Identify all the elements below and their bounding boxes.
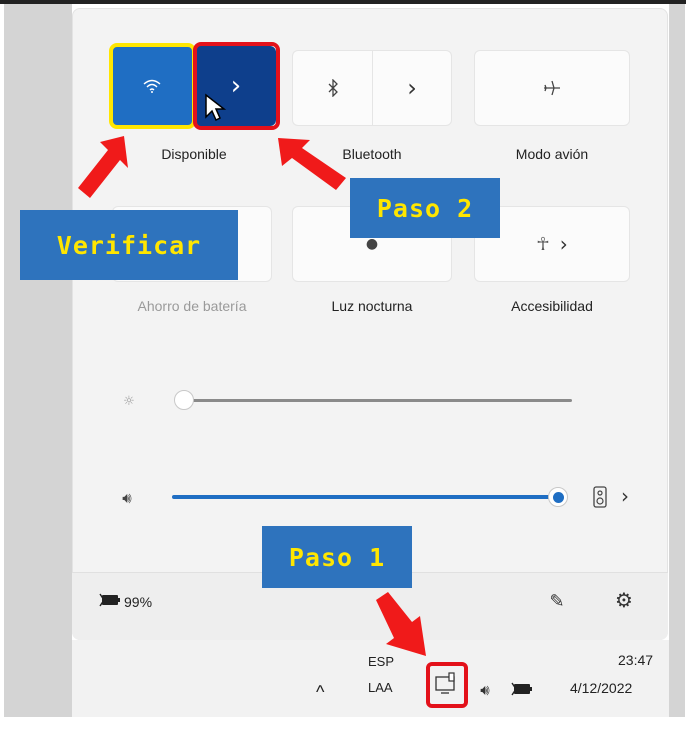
- tile-label-night-light: Luz nocturna: [331, 298, 413, 314]
- bluetooth-icon: [328, 79, 338, 97]
- step2-arrow-icon: [278, 138, 346, 190]
- battery-percentage: 99%: [124, 594, 153, 610]
- speaker-device-icon: [593, 486, 607, 508]
- bluetooth-expand-button[interactable]: ›: [372, 50, 452, 126]
- taskbar-date[interactable]: 4/12/2022: [570, 680, 632, 696]
- verify-arrow-icon: [78, 136, 128, 198]
- tile-label-battery-saver: Ahorro de batería: [137, 298, 247, 314]
- chevron-right-icon: ›: [559, 232, 568, 256]
- right-gray-margin: [669, 4, 685, 717]
- verify-highlight: [109, 43, 196, 129]
- chevron-right-icon: ›: [407, 74, 417, 102]
- step1-arrow-icon: [376, 592, 426, 656]
- volume-slider-thumb[interactable]: [548, 487, 568, 507]
- brightness-slider-track[interactable]: [176, 399, 572, 402]
- volume-output-chevron[interactable]: ›: [618, 484, 632, 508]
- battery-tray-icon[interactable]: [510, 680, 534, 698]
- top-border: [0, 0, 686, 4]
- taskbar-time[interactable]: 23:47: [618, 652, 653, 668]
- night-light-icon: ●: [365, 236, 379, 252]
- volume-tray-icon[interactable]: 🔊︎: [472, 680, 498, 700]
- left-gray-margin: [4, 4, 72, 717]
- show-hidden-icons-chevron[interactable]: ^: [316, 682, 324, 703]
- brightness-icon: ☼: [123, 393, 135, 409]
- volume-icon[interactable]: 🔊︎: [116, 488, 138, 508]
- settings-gear-icon[interactable]: ⚙: [612, 588, 636, 612]
- bluetooth-toggle-button[interactable]: [292, 50, 372, 126]
- screenshot-frame: › › Disponible Bluetooth Modo avión ● ☥ …: [0, 0, 686, 741]
- step2-highlight: [193, 42, 280, 130]
- step2-callout: Paso 2: [350, 178, 500, 238]
- edit-pencil-icon[interactable]: ✎: [546, 590, 568, 612]
- airplane-icon: [544, 80, 560, 96]
- tile-label-accessibility: Accesibilidad: [511, 298, 593, 314]
- brightness-slider-thumb[interactable]: [174, 390, 194, 410]
- battery-icon[interactable]: [98, 592, 122, 608]
- battery-charging-icon: [511, 682, 532, 696]
- airplane-mode-button[interactable]: [474, 50, 630, 126]
- battery-charging-icon: [99, 593, 120, 607]
- tile-label-airplane: Modo avión: [515, 146, 589, 162]
- verify-callout: Verificar: [20, 210, 238, 280]
- accessibility-icon: ☥: [536, 233, 550, 255]
- step1-callout: Paso 1: [262, 526, 412, 588]
- keyboard-layout-code[interactable]: LAA: [368, 680, 393, 695]
- chevron-right-icon: ›: [621, 484, 629, 508]
- speaker-output-icon[interactable]: [592, 484, 608, 510]
- step1-highlight: [426, 662, 468, 708]
- volume-slider-fill[interactable]: [172, 495, 560, 499]
